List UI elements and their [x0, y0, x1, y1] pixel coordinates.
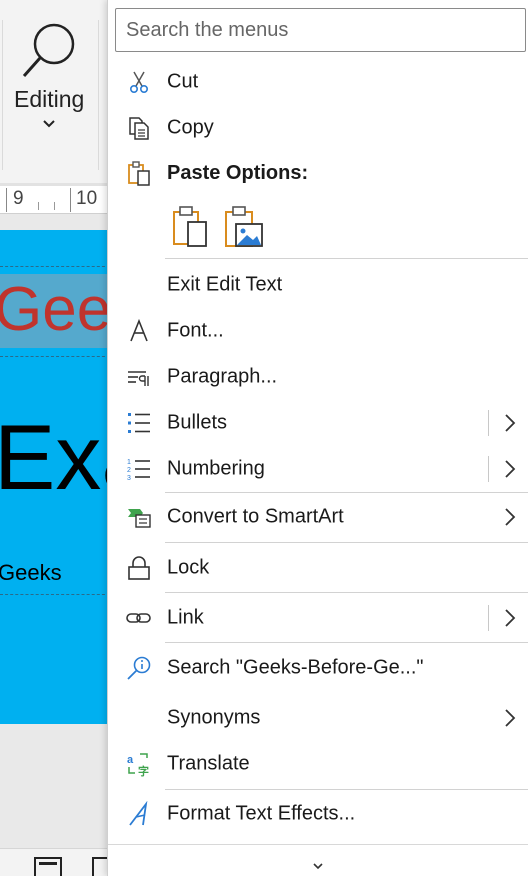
ruler-tick	[6, 188, 7, 212]
paste-picture-icon	[225, 206, 263, 247]
menu-item-label: Link	[167, 606, 204, 629]
normal-view-icon[interactable]	[34, 857, 62, 876]
menu-item-translate[interactable]: a 字 Translate	[108, 741, 528, 787]
submenu-separator	[488, 605, 489, 631]
svg-text:a: a	[127, 754, 134, 766]
paste-text-icon	[173, 206, 207, 247]
link-icon	[126, 613, 151, 623]
context-menu: Cut Copy Paste Options:	[107, 0, 528, 876]
chevron-right-icon[interactable]	[503, 458, 517, 480]
menu-item-copy[interactable]: Copy	[108, 105, 528, 151]
chevron-down-icon	[313, 863, 323, 870]
svg-text:1: 1	[127, 459, 131, 466]
menu-item-cut[interactable]: Cut	[108, 59, 528, 105]
submenu-separator	[488, 456, 489, 482]
slide-title-text[interactable]: Geek	[0, 274, 110, 345]
menu-divider	[165, 258, 528, 259]
slide-body-text[interactable]: Geeks	[0, 560, 62, 586]
menu-item-search[interactable]: Search "Geeks-Before-Ge..."	[108, 645, 528, 691]
menu-item-label: Bullets	[167, 411, 228, 434]
chevron-right-icon[interactable]	[503, 412, 517, 434]
text-effects-icon	[129, 801, 148, 826]
menu-item-numbering[interactable]: 1 2 3 Numbering	[108, 446, 528, 492]
clipboard-icon	[128, 161, 150, 186]
menu-divider	[165, 542, 528, 543]
slide-heading-text[interactable]: Exam	[0, 406, 110, 511]
menu-item-label: Exit Edit Text	[167, 273, 283, 296]
ruler-label: 10	[76, 188, 98, 209]
menu-item-label: Font...	[167, 319, 224, 342]
menu-item-font[interactable]: Font...	[108, 308, 528, 354]
menu-divider	[165, 492, 528, 493]
chevron-right-icon[interactable]	[503, 506, 517, 528]
paste-keep-text-only-button[interactable]	[170, 204, 214, 250]
svg-text:3: 3	[127, 475, 131, 482]
magnifier-icon[interactable]	[20, 20, 80, 80]
svg-text:2: 2	[127, 467, 131, 474]
menu-item-convert-smartart[interactable]: Convert to SmartArt	[108, 494, 528, 540]
placeholder-border	[0, 266, 110, 267]
menu-item-label: Search "Geeks-Before-Ge..."	[167, 656, 424, 679]
menu-item-label: Translate	[167, 752, 250, 775]
menu-search-input[interactable]	[115, 8, 526, 52]
menu-divider	[165, 642, 528, 643]
translate-icon: a 字	[127, 753, 149, 777]
menu-item-label: Cut	[167, 70, 199, 93]
ribbon-separator	[2, 20, 3, 170]
menu-scroll-down-button[interactable]	[108, 844, 528, 876]
menu-item-synonyms[interactable]: Synonyms	[108, 695, 528, 741]
ruler-tick	[54, 202, 55, 210]
menu-item-bullets[interactable]: Bullets	[108, 400, 528, 446]
smartart-icon	[128, 509, 151, 528]
ruler-tick	[70, 188, 71, 212]
numbering-icon: 1 2 3	[127, 459, 150, 482]
chevron-right-icon[interactable]	[503, 607, 517, 629]
menu-item-label: Convert to SmartArt	[167, 505, 344, 528]
submenu-separator	[488, 410, 489, 436]
menu-item-label: Synonyms	[167, 706, 261, 729]
placeholder-border	[0, 356, 110, 357]
font-icon	[130, 318, 148, 342]
editing-button-label[interactable]: Editing	[14, 86, 84, 113]
menu-item-format-text-effects[interactable]: Format Text Effects...	[108, 791, 528, 837]
placeholder-border	[0, 594, 110, 595]
slide[interactable]: Geek Exam Geeks	[0, 230, 110, 724]
menu-item-exit-edit-text[interactable]: Exit Edit Text	[108, 262, 528, 308]
menu-item-label: Paragraph...	[167, 365, 278, 388]
menu-item-label: Format Text Effects...	[167, 802, 356, 825]
smart-lookup-icon	[127, 656, 151, 680]
menu-item-label: Lock	[167, 556, 210, 579]
copy-icon	[129, 117, 149, 140]
menu-item-paragraph[interactable]: Paragraph...	[108, 354, 528, 400]
menu-item-label: Numbering	[167, 457, 265, 480]
menu-item-lock[interactable]: Lock	[108, 545, 528, 591]
bullets-icon	[128, 413, 150, 433]
chevron-down-icon[interactable]	[42, 118, 56, 130]
svg-text:字: 字	[138, 764, 149, 777]
ruler-label: 9	[13, 188, 24, 209]
scissors-icon	[130, 71, 149, 93]
menu-divider	[165, 592, 528, 593]
chevron-right-icon[interactable]	[503, 707, 517, 729]
paste-picture-button[interactable]	[222, 204, 266, 250]
ribbon-separator	[98, 20, 99, 170]
paragraph-icon	[128, 371, 149, 386]
menu-divider	[165, 789, 528, 790]
menu-item-link[interactable]: Link	[108, 595, 528, 641]
menu-item-label: Copy	[167, 116, 214, 139]
paste-options-heading: Paste Options:	[167, 162, 309, 184]
ruler-tick	[38, 202, 39, 210]
lock-icon	[128, 556, 150, 580]
